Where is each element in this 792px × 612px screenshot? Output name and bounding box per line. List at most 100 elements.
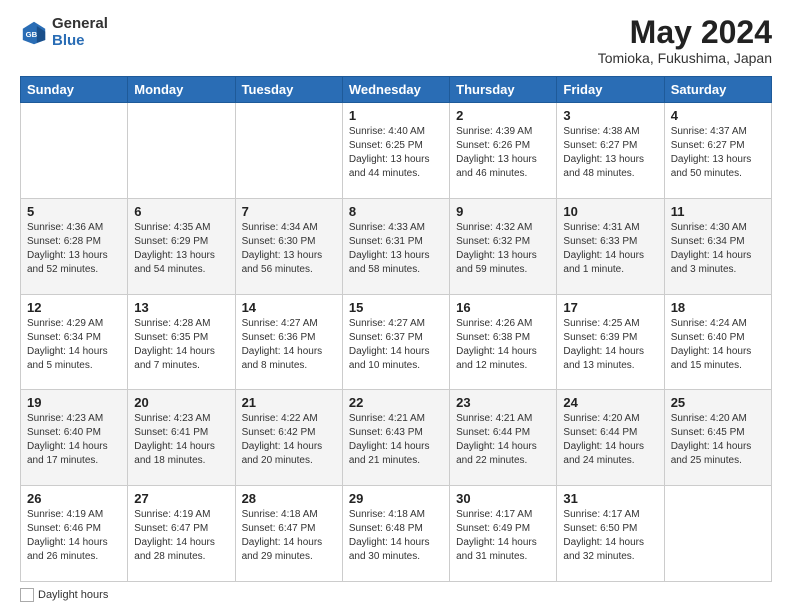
day-number: 5 [27,204,121,219]
day-number: 4 [671,108,765,123]
day-number: 14 [242,300,336,315]
day-number: 8 [349,204,443,219]
day-info: Sunrise: 4:18 AM Sunset: 6:47 PM Dayligh… [242,508,336,564]
day-info: Sunrise: 4:33 AM Sunset: 6:31 PM Dayligh… [349,221,443,277]
day-number: 6 [134,204,228,219]
daylight-legend-box [20,588,34,602]
calendar-cell-w4d4: 30Sunrise: 4:17 AM Sunset: 6:49 PM Dayli… [450,486,557,582]
day-number: 12 [27,300,121,315]
day-number: 29 [349,491,443,506]
generalblue-logo-icon: GB [20,19,48,47]
day-number: 24 [563,395,657,410]
calendar-cell-w4d6 [664,486,771,582]
title-block: May 2024 Tomioka, Fukushima, Japan [598,16,772,66]
calendar-cell-w4d2: 28 Sunrise: 4:18 AM Sunset: 6:47 PM Dayli… [235,486,342,582]
calendar-week-row-2: 12 Sunrise: 4:29 AM Sunset: 6:34 PM Dayli… [21,294,772,390]
calendar-cell-w3d1: 20Sunrise: 4:23 AM Sunset: 6:41 PM Dayli… [128,390,235,486]
calendar-cell-w1d2: 7 Sunrise: 4:34 AM Sunset: 6:30 PM Daylig… [235,198,342,294]
calendar-cell-w0d5: 3 Sunrise: 4:38 AM Sunset: 6:27 PM Daylig… [557,103,664,199]
logo-blue: Blue [52,32,85,49]
calendar-cell-w4d1: 27Sunrise: 4:19 AM Sunset: 6:47 PM Dayli… [128,486,235,582]
day-info: Sunrise: 4:23 AM Sunset: 6:40 PM Dayligh… [27,412,121,468]
logo-general: General [52,15,108,32]
calendar-cell-w2d5: 17Sunrise: 4:25 AM Sunset: 6:39 PM Dayli… [557,294,664,390]
day-info: Sunrise: 4:35 AM Sunset: 6:29 PM Dayligh… [134,221,228,277]
day-info: Sunrise: 4:20 AM Sunset: 6:45 PM Dayligh… [671,412,765,468]
calendar-cell-w3d2: 21Sunrise: 4:22 AM Sunset: 6:42 PM Dayli… [235,390,342,486]
day-info: Sunrise: 4:21 AM Sunset: 6:43 PM Dayligh… [349,412,443,468]
daylight-label: Daylight hours [38,589,108,601]
svg-text:GB: GB [26,30,38,39]
day-number: 13 [134,300,228,315]
day-info: Sunrise: 4:21 AM Sunset: 6:44 PM Dayligh… [456,412,550,468]
calendar-week-row-0: 1 Sunrise: 4:40 AM Sunset: 6:25 PM Daylig… [21,103,772,199]
day-info: Sunrise: 4:36 AM Sunset: 6:28 PM Dayligh… [27,221,121,277]
day-number: 16 [456,300,550,315]
day-info: Sunrise: 4:27 AM Sunset: 6:37 PM Dayligh… [349,317,443,373]
calendar-cell-w2d2: 14 Sunrise: 4:27 AM Sunset: 6:36 PM Dayli… [235,294,342,390]
day-number: 2 [456,108,550,123]
day-number: 31 [563,491,657,506]
day-info: Sunrise: 4:24 AM Sunset: 6:40 PM Dayligh… [671,317,765,373]
day-info: Sunrise: 4:23 AM Sunset: 6:41 PM Dayligh… [134,412,228,468]
day-info: Sunrise: 4:40 AM Sunset: 6:25 PM Dayligh… [349,125,443,181]
calendar-cell-w1d6: 11Sunrise: 4:30 AM Sunset: 6:34 PM Dayli… [664,198,771,294]
day-info: Sunrise: 4:17 AM Sunset: 6:50 PM Dayligh… [563,508,657,564]
daylight-legend: Daylight hours [20,588,108,602]
day-number: 22 [349,395,443,410]
day-number: 18 [671,300,765,315]
calendar-cell-w1d5: 10 Sunrise: 4:31 AM Sunset: 6:33 PM Dayli… [557,198,664,294]
calendar-week-row-4: 26 Sunrise: 4:19 AM Sunset: 6:46 PM Dayli… [21,486,772,582]
weekday-header-tuesday: Tuesday [235,77,342,103]
day-info: Sunrise: 4:19 AM Sunset: 6:46 PM Dayligh… [27,508,121,564]
day-info: Sunrise: 4:29 AM Sunset: 6:34 PM Dayligh… [27,317,121,373]
day-info: Sunrise: 4:30 AM Sunset: 6:34 PM Dayligh… [671,221,765,277]
calendar-cell-w2d4: 16 Sunrise: 4:26 AM Sunset: 6:38 PM Dayli… [450,294,557,390]
day-number: 28 [242,491,336,506]
weekday-header-saturday: Saturday [664,77,771,103]
calendar-cell-w2d0: 12 Sunrise: 4:29 AM Sunset: 6:34 PM Dayli… [21,294,128,390]
day-number: 7 [242,204,336,219]
day-number: 25 [671,395,765,410]
day-number: 19 [27,395,121,410]
calendar-cell-w0d1 [128,103,235,199]
calendar-cell-w4d5: 31 Sunrise: 4:17 AM Sunset: 6:50 PM Dayli… [557,486,664,582]
day-info: Sunrise: 4:38 AM Sunset: 6:27 PM Dayligh… [563,125,657,181]
day-info: Sunrise: 4:34 AM Sunset: 6:30 PM Dayligh… [242,221,336,277]
day-number: 23 [456,395,550,410]
month-year: May 2024 [598,16,772,48]
day-number: 15 [349,300,443,315]
calendar-cell-w3d5: 24Sunrise: 4:20 AM Sunset: 6:44 PM Dayli… [557,390,664,486]
day-info: Sunrise: 4:25 AM Sunset: 6:39 PM Dayligh… [563,317,657,373]
day-info: Sunrise: 4:27 AM Sunset: 6:36 PM Dayligh… [242,317,336,373]
calendar-cell-w1d0: 5 Sunrise: 4:36 AM Sunset: 6:28 PM Daylig… [21,198,128,294]
day-number: 1 [349,108,443,123]
calendar-cell-w2d3: 15 Sunrise: 4:27 AM Sunset: 6:37 PM Dayli… [342,294,449,390]
day-number: 9 [456,204,550,219]
page: GB General Blue May 2024 Tomioka, Fukush… [0,0,792,612]
weekday-header-row: SundayMondayTuesdayWednesdayThursdayFrid… [21,77,772,103]
calendar-cell-w0d4: 2 Sunrise: 4:39 AM Sunset: 6:26 PM Daylig… [450,103,557,199]
weekday-header-wednesday: Wednesday [342,77,449,103]
calendar-cell-w1d1: 6 Sunrise: 4:35 AM Sunset: 6:29 PM Daylig… [128,198,235,294]
weekday-header-monday: Monday [128,77,235,103]
calendar-cell-w2d6: 18 Sunrise: 4:24 AM Sunset: 6:40 PM Dayli… [664,294,771,390]
calendar-cell-w1d3: 8 Sunrise: 4:33 AM Sunset: 6:31 PM Daylig… [342,198,449,294]
calendar-cell-w0d3: 1 Sunrise: 4:40 AM Sunset: 6:25 PM Daylig… [342,103,449,199]
day-info: Sunrise: 4:39 AM Sunset: 6:26 PM Dayligh… [456,125,550,181]
day-number: 3 [563,108,657,123]
day-info: Sunrise: 4:19 AM Sunset: 6:47 PM Dayligh… [134,508,228,564]
day-info: Sunrise: 4:17 AM Sunset: 6:49 PM Dayligh… [456,508,550,564]
day-number: 26 [27,491,121,506]
day-number: 10 [563,204,657,219]
logo: GB General Blue [20,16,108,49]
logo-text: General Blue [52,16,108,49]
calendar-week-row-1: 5 Sunrise: 4:36 AM Sunset: 6:28 PM Daylig… [21,198,772,294]
calendar-cell-w4d3: 29Sunrise: 4:18 AM Sunset: 6:48 PM Dayli… [342,486,449,582]
day-info: Sunrise: 4:31 AM Sunset: 6:33 PM Dayligh… [563,221,657,277]
location: Tomioka, Fukushima, Japan [598,50,772,66]
day-info: Sunrise: 4:26 AM Sunset: 6:38 PM Dayligh… [456,317,550,373]
calendar-cell-w3d0: 19 Sunrise: 4:23 AM Sunset: 6:40 PM Dayli… [21,390,128,486]
weekday-header-sunday: Sunday [21,77,128,103]
day-info: Sunrise: 4:28 AM Sunset: 6:35 PM Dayligh… [134,317,228,373]
